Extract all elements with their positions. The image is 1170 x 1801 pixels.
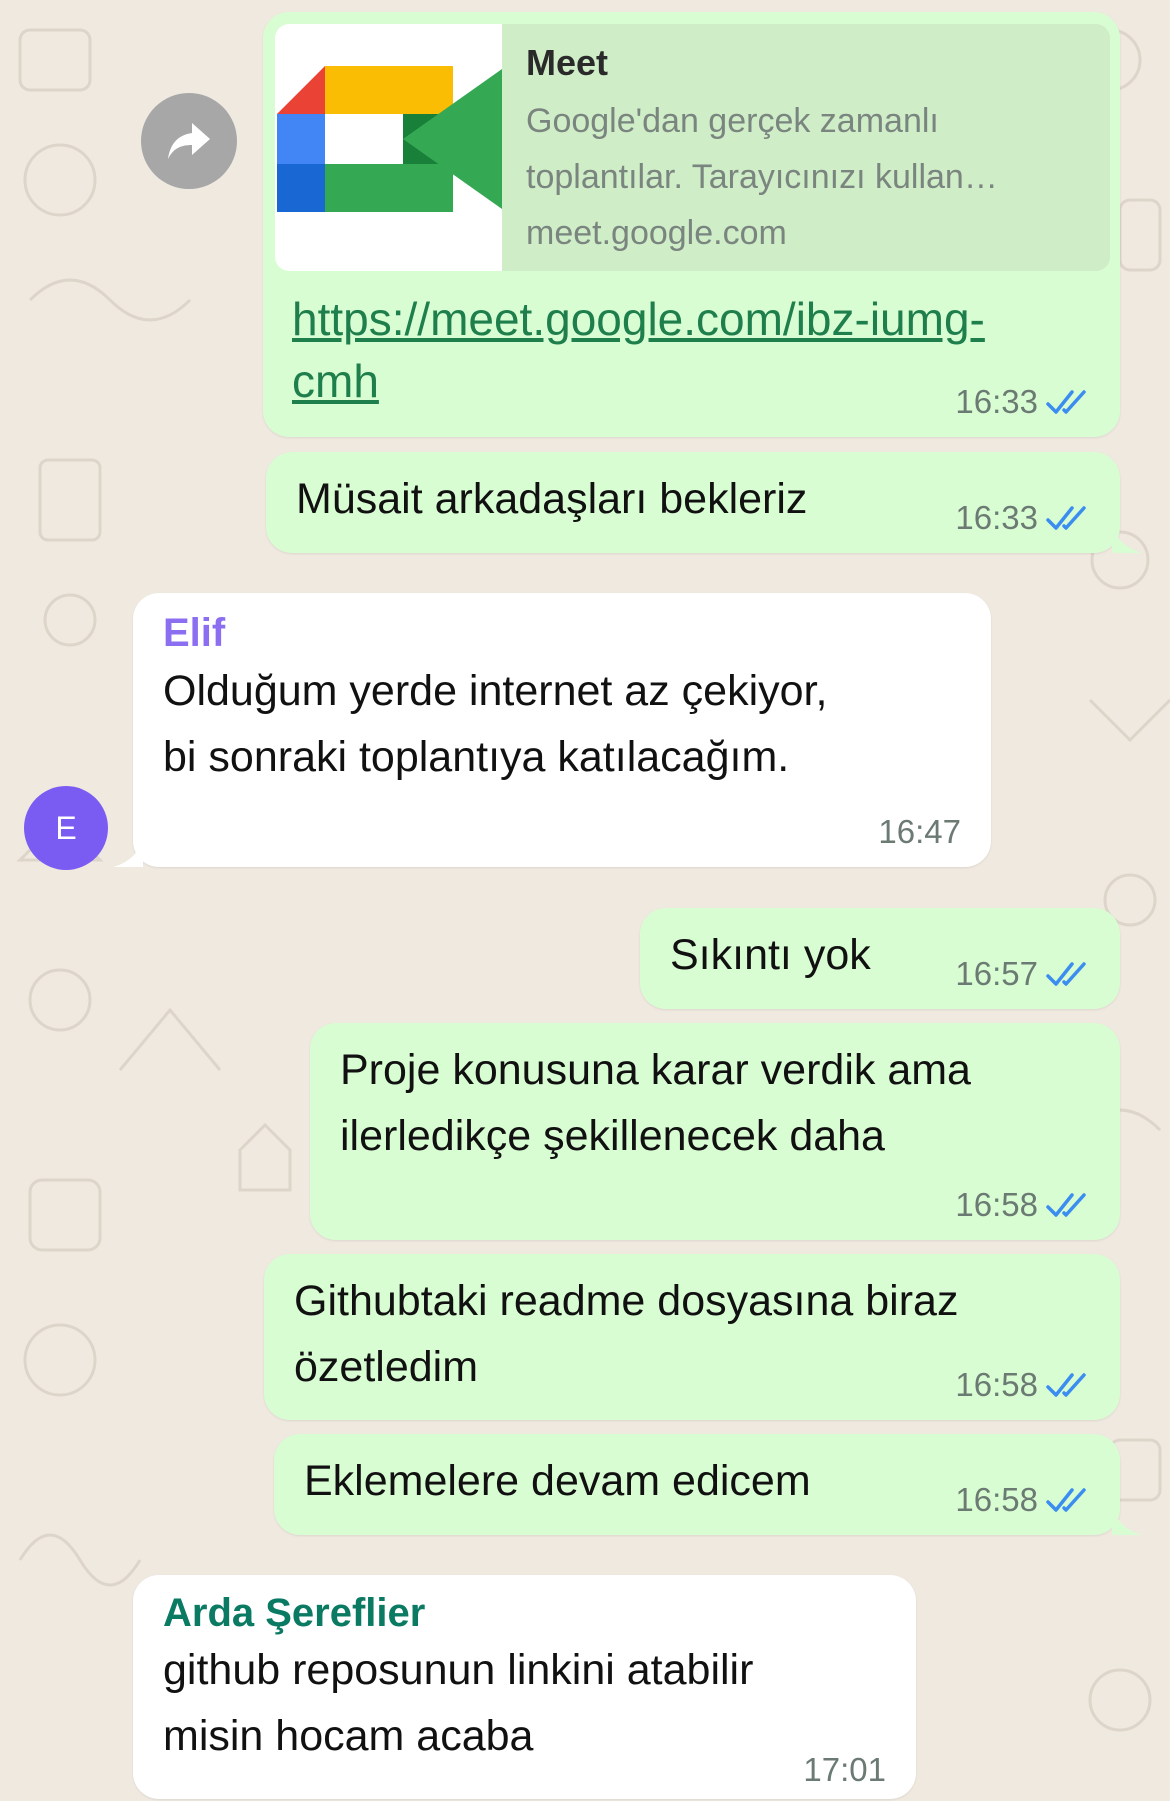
- message-text-line2: bi sonraki toplantıya katılacağım.: [163, 733, 790, 781]
- message-time: 16:47: [878, 813, 961, 850]
- message-meta: 16:33: [955, 383, 1094, 421]
- read-receipt-icon: [1046, 1373, 1086, 1397]
- read-receipt-icon: [1046, 506, 1086, 530]
- message-text-line1: Proje konusuna karar verdik ama: [340, 1046, 971, 1094]
- message-meta: 17:01: [803, 1751, 886, 1789]
- read-receipt-icon: [1046, 390, 1086, 414]
- avatar[interactable]: E: [24, 786, 108, 870]
- meeting-link-line1[interactable]: https://meet.google.com/ibz-iumg-: [292, 288, 985, 350]
- message-time: 16:33: [955, 499, 1038, 536]
- message-bubble[interactable]: Arda Şereflier github reposunun linkini …: [133, 1575, 916, 1799]
- bubble-tail: [1112, 527, 1142, 553]
- link-message-bubble[interactable]: Meet Google'dan gerçek zamanlı toplantıl…: [263, 12, 1120, 437]
- read-receipt-icon: [1046, 1488, 1086, 1512]
- message-meta: 16:58: [955, 1366, 1094, 1404]
- message-text-line2: özetledim: [294, 1343, 479, 1391]
- meeting-link[interactable]: https://meet.google.com/ibz-iumg- cmh: [292, 288, 985, 412]
- message-time: 16:33: [955, 383, 1038, 420]
- message-bubble[interactable]: Sıkıntı yok 16:57: [640, 908, 1120, 1009]
- message-meta: 16:33: [955, 499, 1094, 537]
- bubble-tail: [113, 841, 143, 867]
- google-meet-logo: [277, 66, 502, 212]
- read-receipt-icon: [1046, 1193, 1086, 1217]
- link-preview-description-line1: Google'dan gerçek zamanlı: [526, 102, 939, 140]
- message-time: 17:01: [803, 1751, 886, 1788]
- link-preview-card[interactable]: Meet Google'dan gerçek zamanlı toplantıl…: [275, 24, 1110, 271]
- meeting-link-line2[interactable]: cmh: [292, 350, 985, 412]
- share-arrow-icon: [168, 123, 210, 159]
- message-text-line1: github reposunun linkini atabilir: [163, 1646, 754, 1694]
- message-time: 16:58: [955, 1186, 1038, 1223]
- message-bubble[interactable]: Githubtaki readme dosyasına biraz özetle…: [264, 1254, 1120, 1420]
- avatar-letter: E: [55, 809, 77, 846]
- message-bubble[interactable]: Eklemelere devam edicem 16:58: [274, 1434, 1120, 1535]
- message-time: 16:57: [955, 955, 1038, 992]
- message-meta: 16:58: [955, 1481, 1094, 1519]
- forward-button[interactable]: [141, 93, 237, 189]
- message-text-line1: Githubtaki readme dosyasına biraz: [294, 1277, 959, 1325]
- message-meta: 16:57: [955, 955, 1094, 993]
- message-text-line2: ilerledikçe şekillenecek daha: [340, 1112, 885, 1160]
- message-time: 16:58: [955, 1366, 1038, 1403]
- message-text-line1: Olduğum yerde internet az çekiyor,: [163, 667, 828, 715]
- message-text: Müsait arkadaşları bekleriz: [296, 475, 808, 523]
- message-bubble[interactable]: Müsait arkadaşları bekleriz 16:33: [266, 452, 1120, 553]
- message-text: Eklemelere devam edicem: [304, 1457, 811, 1505]
- message-bubble[interactable]: Elif Olduğum yerde internet az çekiyor, …: [133, 593, 991, 867]
- message-text-line2: misin hocam acaba: [163, 1712, 534, 1760]
- link-preview-thumbnail: [275, 24, 502, 271]
- sender-name[interactable]: Arda Şereflier: [163, 1591, 425, 1636]
- bubble-tail: [1112, 1509, 1142, 1535]
- message-bubble[interactable]: Proje konusuna karar verdik ama ilerledi…: [310, 1023, 1120, 1240]
- message-meta: 16:47: [878, 813, 961, 851]
- message-time: 16:58: [955, 1481, 1038, 1518]
- message-text: Sıkıntı yok: [670, 931, 871, 979]
- link-preview-description-line2: toplantılar. Tarayıcınızı kullan…: [526, 158, 998, 196]
- link-preview-domain: meet.google.com: [526, 214, 787, 252]
- link-preview-title: Meet: [526, 42, 609, 83]
- message-meta: 16:58: [955, 1186, 1094, 1224]
- read-receipt-icon: [1046, 962, 1086, 986]
- sender-name[interactable]: Elif: [163, 611, 225, 656]
